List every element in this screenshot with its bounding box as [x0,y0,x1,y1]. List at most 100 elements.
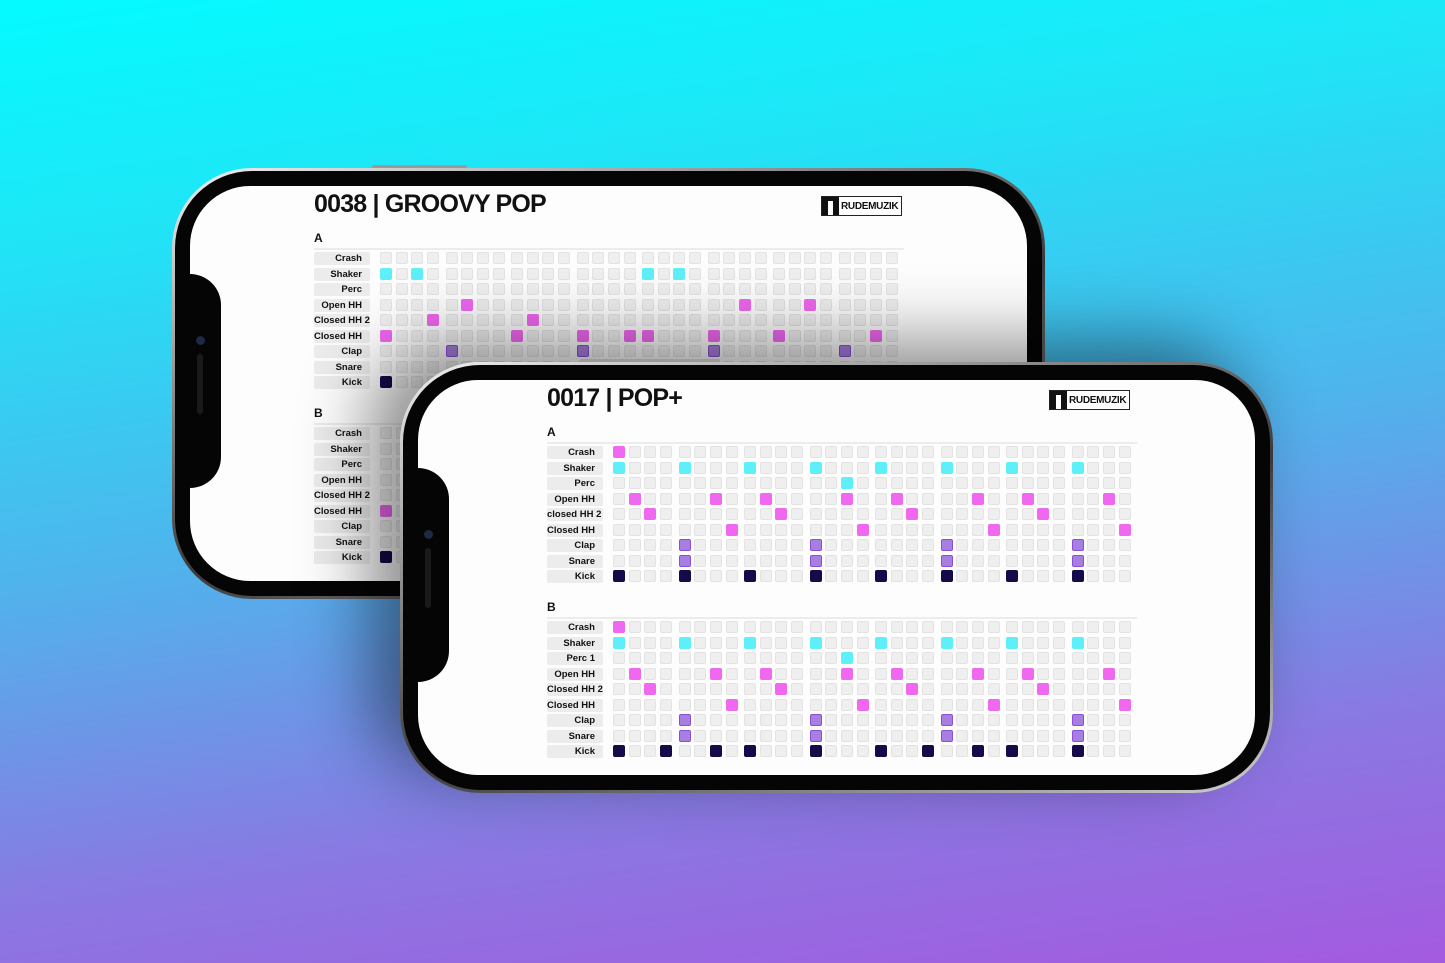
step-cell[interactable] [694,539,707,551]
step-cell[interactable] [660,554,673,567]
step-cell[interactable] [380,314,392,326]
step-cell-active[interactable] [744,745,756,757]
step-cell-active[interactable] [644,683,657,695]
step-cell-active[interactable] [906,508,919,520]
step-cell[interactable] [673,314,686,326]
step-cell[interactable] [644,745,657,757]
step-cell[interactable] [725,554,738,567]
step-cell-active[interactable] [775,508,788,520]
step-cell[interactable] [644,554,657,567]
step-cell[interactable] [628,523,641,536]
step-cell-active[interactable] [971,745,984,757]
step-cell[interactable] [940,652,953,664]
instrument-label[interactable]: Open HH [547,667,603,681]
step-cell[interactable] [644,539,657,551]
step-cell[interactable] [987,667,1000,680]
step-cell[interactable] [1071,508,1084,520]
step-cell[interactable] [809,652,822,664]
step-cell[interactable] [754,252,767,264]
step-cell[interactable] [694,446,707,458]
step-cell[interactable] [694,652,707,664]
step-cell[interactable] [1053,508,1066,520]
step-cell-active[interactable] [869,329,882,342]
step-cell-active[interactable] [628,667,641,680]
step-cell[interactable] [427,298,440,311]
step-cell[interactable] [380,535,392,548]
step-cell[interactable] [838,298,851,311]
step-cell[interactable] [825,714,838,726]
step-cell[interactable] [754,298,767,311]
step-cell[interactable] [987,508,1000,520]
step-cell[interactable] [395,314,408,326]
step-cell[interactable] [1006,477,1018,489]
step-cell[interactable] [809,523,822,536]
step-cell[interactable] [492,252,505,264]
step-cell[interactable] [773,267,785,280]
step-cell[interactable] [906,446,919,458]
step-cell[interactable] [754,329,767,342]
step-cell[interactable] [840,745,853,757]
step-cell[interactable] [775,461,788,474]
step-cell[interactable] [1087,539,1100,551]
step-cell[interactable] [1021,570,1034,582]
step-cell[interactable] [380,489,392,501]
step-cell[interactable] [875,477,887,489]
step-cell[interactable] [890,539,903,551]
step-cell[interactable] [759,621,772,633]
step-cell[interactable] [971,636,984,649]
step-cell[interactable] [461,329,474,342]
step-cell[interactable] [775,714,788,726]
step-cell[interactable] [940,492,953,505]
step-cell[interactable] [492,267,505,280]
step-cell-active[interactable] [1071,636,1084,649]
step-cell-active[interactable] [809,729,822,742]
step-cell[interactable] [906,745,919,757]
step-cell[interactable] [775,729,788,742]
step-cell[interactable] [1087,461,1100,474]
step-cell[interactable] [791,683,804,695]
step-cell[interactable] [395,345,408,357]
step-cell[interactable] [875,683,887,695]
step-cell-active[interactable] [744,570,756,582]
step-cell[interactable] [558,314,571,326]
step-cell[interactable] [694,636,707,649]
step-cell[interactable] [1006,667,1018,680]
step-cell[interactable] [856,714,869,726]
step-cell[interactable] [660,621,673,633]
step-cell[interactable] [940,446,953,458]
instrument-label[interactable]: Closed HH [547,523,603,537]
step-cell[interactable] [773,345,785,357]
step-cell[interactable] [971,729,984,742]
step-cell[interactable] [754,267,767,280]
step-cell[interactable] [558,252,571,264]
step-cell[interactable] [628,508,641,520]
step-cell[interactable] [644,636,657,649]
step-cell[interactable] [709,523,722,536]
step-cell-active[interactable] [709,492,722,505]
step-cell[interactable] [890,554,903,567]
step-cell[interactable] [759,446,772,458]
step-cell[interactable] [987,461,1000,474]
step-cell[interactable] [613,492,625,505]
step-cell-active[interactable] [445,345,458,357]
step-cell[interactable] [613,508,625,520]
step-cell[interactable] [445,267,458,280]
step-cell[interactable] [875,554,887,567]
instrument-label[interactable]: Crash [547,446,603,459]
step-cell[interactable] [613,729,625,742]
instrument-label[interactable]: Open HH [314,473,370,487]
step-cell[interactable] [1118,729,1131,742]
step-cell[interactable] [775,745,788,757]
step-cell[interactable] [644,698,657,711]
step-cell[interactable] [1006,714,1018,726]
step-cell[interactable] [890,745,903,757]
step-cell[interactable] [725,492,738,505]
step-cell-active[interactable] [427,314,440,326]
step-cell[interactable] [476,329,489,342]
step-cell[interactable] [476,314,489,326]
step-cell[interactable] [825,636,838,649]
step-cell[interactable] [380,427,392,439]
step-cell[interactable] [1087,729,1100,742]
step-cell[interactable] [380,283,392,295]
step-cell[interactable] [1053,461,1066,474]
